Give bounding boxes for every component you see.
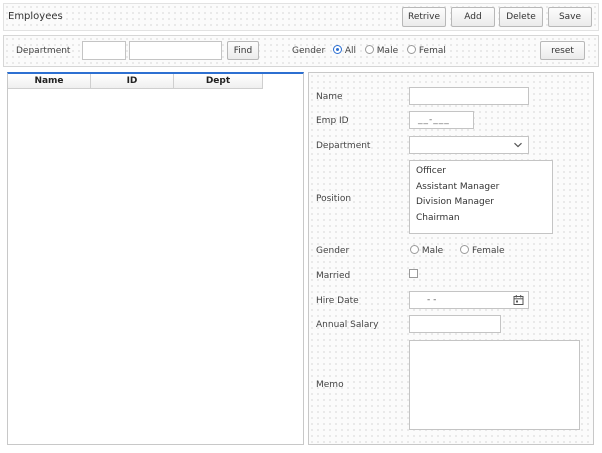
position-option-division-manager[interactable]: Division Manager [416, 195, 552, 211]
name-input[interactable] [409, 87, 529, 105]
search-gender-male[interactable]: Male [364, 45, 399, 56]
employee-grid-header: Name ID Dept [8, 74, 263, 89]
radio-icon[interactable] [410, 245, 419, 254]
position-option-assistant-manager[interactable]: Assistant Manager [416, 180, 552, 196]
reset-button[interactable]: reset [540, 41, 585, 60]
hire-date-label: Hire Date [316, 296, 359, 306]
memo-label: Memo [316, 380, 344, 390]
gender-female-label: Female [471, 246, 505, 256]
delete-button[interactable]: Delete [499, 7, 543, 27]
married-label: Married [316, 271, 351, 281]
retrieve-button[interactable]: Retrive [402, 7, 446, 27]
hire-date-value: - - [427, 295, 437, 305]
emp-id-mask: __-___ [418, 115, 450, 125]
radio-checked-icon[interactable] [333, 45, 342, 54]
emp-id-input[interactable]: __-___ [409, 111, 474, 129]
chevron-down-icon[interactable] [513, 140, 523, 150]
search-dept-name-input[interactable] [129, 41, 222, 60]
radio-icon[interactable] [407, 45, 416, 54]
gender-male-label: Male [421, 246, 444, 256]
gender-male-option[interactable]: Male [410, 245, 444, 256]
save-button[interactable]: Save [548, 7, 592, 27]
memo-textarea[interactable] [409, 340, 580, 430]
column-header-name[interactable]: Name [8, 74, 91, 89]
gender-radio-group: Male Female [410, 245, 511, 256]
search-gender-female[interactable]: Femal [407, 45, 446, 56]
emp-id-label: Emp ID [316, 116, 349, 126]
add-button[interactable]: Add [451, 7, 495, 27]
annual-salary-label: Annual Salary [316, 320, 379, 330]
column-header-dept[interactable]: Dept [173, 74, 263, 89]
position-option-chairman[interactable]: Chairman [416, 211, 552, 227]
gender-female-option[interactable]: Female [460, 245, 505, 256]
search-department-label: Department [16, 46, 71, 56]
name-label: Name [316, 92, 343, 102]
column-header-id[interactable]: ID [90, 74, 174, 89]
married-checkbox[interactable] [409, 269, 418, 278]
search-gender-male-label: Male [376, 46, 399, 56]
position-label: Position [316, 194, 352, 204]
search-gender-label: Gender [292, 46, 326, 56]
find-button[interactable]: Find [227, 41, 259, 60]
department-label: Department [316, 141, 371, 151]
radio-icon[interactable] [460, 245, 470, 254]
position-option-officer[interactable]: Officer [416, 164, 552, 180]
search-gender-all[interactable]: All [333, 45, 357, 56]
gender-label: Gender [316, 246, 350, 256]
search-dept-code-input[interactable] [82, 41, 126, 60]
radio-icon[interactable] [364, 45, 374, 54]
position-listbox[interactable]: Officer Assistant Manager Division Manag… [409, 160, 553, 234]
hire-date-input[interactable]: - - [409, 291, 529, 309]
window-title: Employees [8, 11, 63, 22]
search-gender-female-label: Femal [418, 46, 446, 56]
employee-grid[interactable]: Name ID Dept [7, 72, 304, 445]
search-gender-radio-group: All Male Femal [333, 45, 452, 56]
calendar-icon[interactable] [513, 295, 524, 305]
annual-salary-input[interactable] [409, 315, 501, 333]
department-select[interactable] [409, 136, 529, 154]
search-gender-all-label: All [344, 46, 357, 56]
